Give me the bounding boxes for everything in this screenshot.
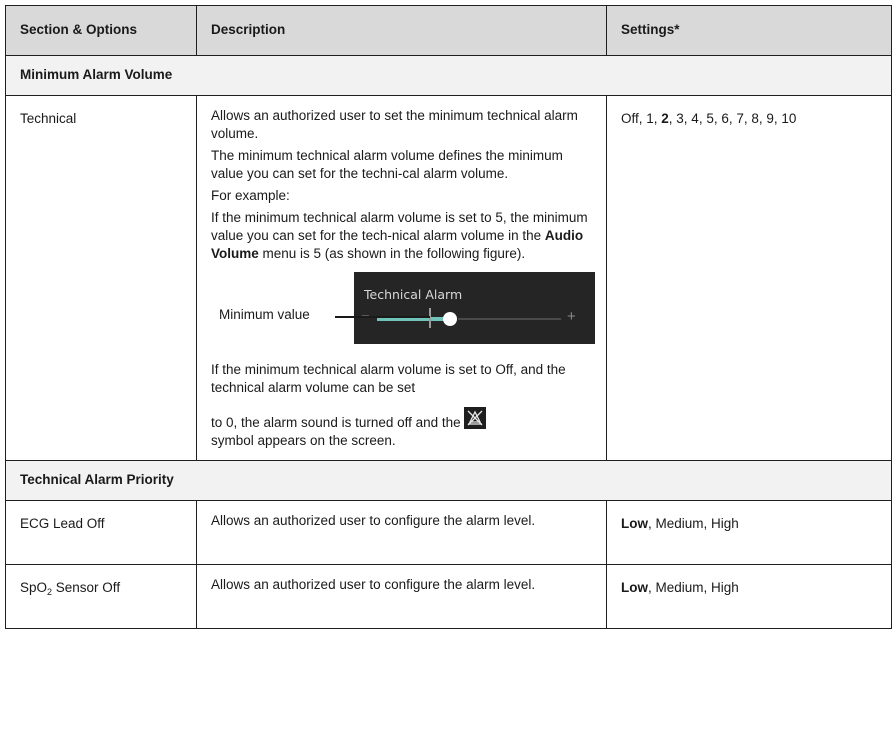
plus-icon: + (567, 308, 576, 325)
header-row: Section & Options Description Settings* (5, 5, 892, 56)
volume-figure: Technical Alarm − + Minimum value (211, 269, 595, 355)
description-paragraph: The minimum technical alarm volume defin… (211, 148, 563, 181)
default-setting: Low (621, 516, 648, 531)
description-paragraph: If the minimum technical alarm volume is… (211, 210, 588, 261)
header-settings: Settings* (606, 5, 892, 56)
section-technical-alarm-priority: Technical Alarm Priority (5, 460, 892, 501)
section-minimum-alarm-volume: Minimum Alarm Volume (5, 55, 892, 96)
settings-table: Section & Options Description Settings* … (5, 5, 892, 629)
header-description: Description (196, 5, 607, 56)
section-row: Minimum Alarm Volume (5, 55, 892, 96)
option-description: Allows an authorized user to configure t… (196, 564, 607, 629)
option-settings: Low, Medium, High (606, 564, 892, 629)
table-row: SpO2 Sensor Off Allows an authorized use… (5, 564, 892, 629)
slider-track (458, 318, 561, 320)
description-paragraph: If the minimum technical alarm volume is… (211, 362, 566, 395)
default-setting: 2 (661, 111, 669, 126)
slider-title: Technical Alarm (364, 287, 463, 302)
option-settings: Off, 1, 2, 3, 4, 5, 6, 7, 8, 9, 10 (606, 95, 892, 461)
option-name: ECG Lead Off (5, 500, 197, 565)
volume-slider-panel: Technical Alarm − + (354, 272, 595, 344)
slider-knob (443, 312, 457, 326)
callout-leader-line (335, 316, 430, 318)
option-name: Technical (5, 95, 197, 461)
table-row: Technical Allows an authorized user to s… (5, 95, 892, 461)
description-paragraph: For example: (211, 188, 290, 203)
option-name: SpO2 Sensor Off (5, 564, 197, 629)
option-settings: Low, Medium, High (606, 500, 892, 565)
option-description: Allows an authorized user to set the min… (196, 95, 607, 461)
header-section-options: Section & Options (5, 5, 197, 56)
minimum-value-callout: Minimum value (219, 306, 312, 324)
minimum-marker (429, 308, 431, 328)
option-description: Allows an authorized user to configure t… (196, 500, 607, 565)
default-setting: Low (621, 580, 648, 595)
section-row: Technical Alarm Priority (5, 460, 892, 501)
description-paragraph: Allows an authorized user to set the min… (211, 108, 578, 141)
page: Section & Options Description Settings* … (0, 0, 893, 749)
table-row: ECG Lead Off Allows an authorized user t… (5, 500, 892, 565)
alarm-sound-off-icon (464, 407, 487, 429)
description-paragraph: to 0, the alarm sound is turned off and … (211, 407, 592, 450)
